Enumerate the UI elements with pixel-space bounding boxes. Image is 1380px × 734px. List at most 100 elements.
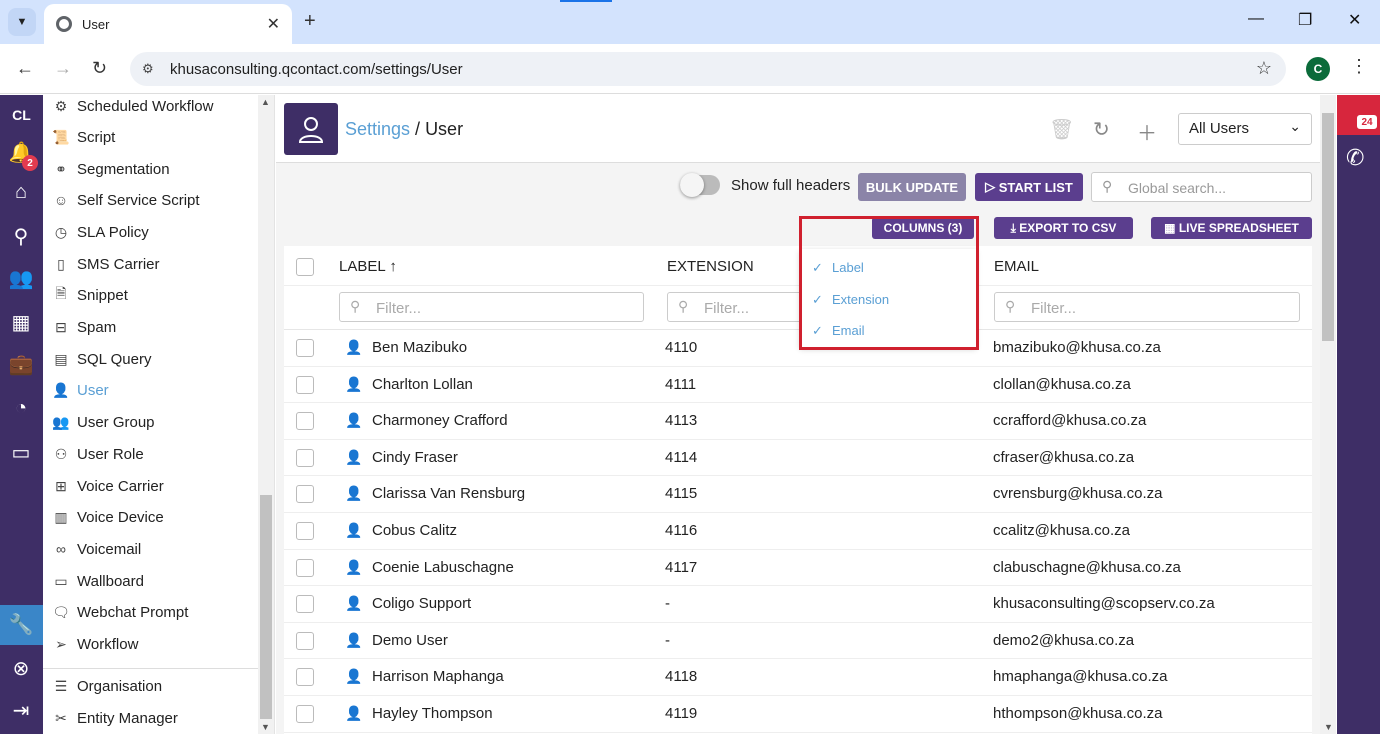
add-icon[interactable]: ＋ bbox=[1137, 117, 1157, 146]
browser-menu-icon[interactable]: ⋮ bbox=[1350, 56, 1368, 77]
header-email[interactable]: EMAIL bbox=[994, 258, 1039, 275]
cell-label[interactable]: Coenie Labuschagne bbox=[372, 559, 514, 576]
row-checkbox[interactable] bbox=[296, 631, 314, 650]
cell-label[interactable]: Harrison Maphanga bbox=[372, 668, 504, 685]
sidebar-item-organisation[interactable]: ☰ Organisation bbox=[51, 672, 162, 700]
sidebar-item-sla-policy[interactable]: ◷ SLA Policy bbox=[51, 218, 149, 246]
table-row[interactable]: 👤 Coligo Support - khusaconsulting@scopserv… bbox=[284, 586, 1312, 623]
email-filter-input[interactable]: ⚲ Filter... bbox=[994, 292, 1300, 322]
forward-button[interactable]: → bbox=[54, 58, 72, 79]
close-tab-icon[interactable]: ✕ bbox=[267, 14, 280, 34]
row-checkbox[interactable] bbox=[296, 485, 314, 504]
table-row[interactable]: 👤 Cindy Fraser 4114 cfraser@khusa.co.za bbox=[284, 440, 1312, 477]
trash-icon[interactable]: 🗑 bbox=[1049, 117, 1074, 142]
cell-label[interactable]: Demo User bbox=[372, 632, 448, 649]
user-filter-select[interactable]: All Users ⌄ bbox=[1178, 113, 1312, 145]
row-checkbox[interactable] bbox=[296, 705, 314, 723]
table-row[interactable]: 👤 Harrison Maphanga 4118 hmaphanga@khusa.co… bbox=[284, 659, 1312, 696]
back-button[interactable]: ← bbox=[16, 58, 34, 79]
new-tab-button[interactable]: + bbox=[304, 10, 316, 33]
table-row[interactable]: 👤 Clarissa Van Rensburg 4115 cvrensburg@khu… bbox=[284, 476, 1312, 513]
row-checkbox[interactable] bbox=[296, 522, 314, 540]
sidebar-item-segmentation[interactable]: ⚭ Segmentation bbox=[51, 155, 169, 183]
sidebar-item-voice-device[interactable]: ▥ Voice Device bbox=[51, 503, 163, 531]
sidebar-item-sms-carrier[interactable]: ▯ SMS Carrier bbox=[51, 250, 159, 278]
sidebar-item-spam[interactable]: ⊟ Spam bbox=[51, 313, 116, 341]
row-checkbox[interactable] bbox=[296, 375, 314, 394]
sidebar-item-voicemail[interactable]: ∞ Voicemail bbox=[51, 535, 141, 563]
row-checkbox[interactable] bbox=[296, 558, 314, 577]
profile-avatar[interactable]: C bbox=[1306, 57, 1330, 81]
sidebar-item-sql-query[interactable]: ▤ SQL Query bbox=[51, 345, 151, 373]
sidebar-item-script[interactable]: 📜 Script bbox=[51, 123, 115, 151]
phone-icon[interactable]: ✆ bbox=[1346, 145, 1364, 171]
bookmark-star-icon[interactable]: ☆ bbox=[1256, 58, 1272, 79]
site-info-icon[interactable]: ⚙ bbox=[142, 61, 154, 77]
search-icon[interactable]: ⚲ bbox=[8, 223, 34, 249]
row-checkbox[interactable] bbox=[296, 339, 314, 357]
main-scrollbar[interactable]: ▼ bbox=[1320, 95, 1336, 734]
sidebar-item-entity-manager[interactable]: ✂ Entity Manager bbox=[51, 704, 178, 732]
table-row[interactable]: 👤 Coenie Labuschagne 4117 clabuschagne@khus… bbox=[284, 550, 1312, 587]
sidebar-scroll-thumb[interactable] bbox=[260, 495, 272, 719]
row-checkbox[interactable] bbox=[296, 595, 314, 614]
sidebar-item-wallboard[interactable]: ▭ Wallboard bbox=[51, 567, 144, 595]
sidebar-item-self-service-script[interactable]: ☺ Self Service Script bbox=[51, 186, 200, 214]
scroll-up-icon[interactable]: ▲ bbox=[261, 97, 270, 107]
bulk-update-button[interactable]: BULK UPDATE bbox=[858, 173, 966, 201]
url-field[interactable]: ⚙ khusaconsulting.qcontact.com/settings/… bbox=[130, 52, 1286, 86]
header-extension[interactable]: EXTENSION bbox=[667, 258, 754, 275]
show-full-headers-toggle[interactable] bbox=[680, 173, 720, 197]
pie-chart-icon[interactable]: ◔ bbox=[8, 395, 34, 421]
wrench-icon[interactable]: 🔧 bbox=[8, 611, 34, 637]
tab-search-button[interactable]: ▼ bbox=[8, 8, 36, 36]
logout-icon[interactable]: ⇥ bbox=[8, 697, 34, 723]
scroll-down-icon[interactable]: ▼ bbox=[261, 722, 270, 732]
start-list-button[interactable]: ▷ START LIST bbox=[975, 173, 1083, 201]
export-csv-button[interactable]: ⤓ EXPORT TO CSV bbox=[994, 217, 1133, 239]
reload-button[interactable]: ↻ bbox=[92, 58, 107, 79]
live-spreadsheet-button[interactable]: ▦ LIVE SPREADSHEET bbox=[1151, 217, 1312, 239]
contacts-icon[interactable]: 👥 bbox=[8, 265, 34, 291]
refresh-icon[interactable]: ↻ bbox=[1093, 117, 1110, 142]
cell-label[interactable]: Charlton Lollan bbox=[372, 376, 473, 393]
label-filter-input[interactable]: ⚲ Filter... bbox=[339, 292, 644, 322]
cell-label[interactable]: Charmoney Crafford bbox=[372, 412, 508, 429]
lifebuoy-icon[interactable]: ⊗ bbox=[8, 655, 34, 681]
row-checkbox[interactable] bbox=[296, 668, 314, 687]
sidebar-scrollbar[interactable]: ▲ ▼ bbox=[258, 95, 274, 734]
cell-label[interactable]: Clarissa Van Rensburg bbox=[372, 485, 525, 502]
sidebar-item-voice-carrier[interactable]: ⊞ Voice Carrier bbox=[51, 472, 164, 500]
restore-button[interactable]: ❐ bbox=[1298, 10, 1312, 30]
table-row[interactable]: 👤 Cobus Calitz 4116 ccalitz@khusa.co.za bbox=[284, 513, 1312, 550]
scroll-down-icon[interactable]: ▼ bbox=[1324, 722, 1333, 732]
briefcase-icon[interactable]: 💼 bbox=[8, 351, 34, 377]
sidebar-item-webchat-prompt[interactable]: 🗨 Webchat Prompt bbox=[51, 598, 188, 626]
table-row[interactable]: 👤 Hayley Thompson 4119 hthompson@khusa.co.z… bbox=[284, 696, 1312, 733]
cell-label[interactable]: Cobus Calitz bbox=[372, 522, 457, 539]
browser-tab[interactable]: User ✕ bbox=[44, 4, 292, 44]
home-icon[interactable]: ⌂ bbox=[8, 179, 34, 205]
select-all-checkbox[interactable] bbox=[296, 258, 314, 276]
minimize-button[interactable]: — bbox=[1248, 10, 1264, 28]
sidebar-item-scheduled-workflow[interactable]: ⚙ Scheduled Workflow bbox=[51, 95, 214, 120]
close-window-button[interactable]: ✕ bbox=[1348, 10, 1361, 30]
row-checkbox[interactable] bbox=[296, 448, 314, 467]
table-row[interactable]: 👤 Ben Mazibuko 4110 bmazibuko@khusa.co.za bbox=[284, 330, 1312, 367]
sidebar-item-user-group[interactable]: 👥 User Group bbox=[51, 408, 154, 436]
breadcrumb-settings-link[interactable]: Settings bbox=[345, 119, 410, 139]
header-label[interactable]: LABEL ↑ bbox=[339, 258, 397, 275]
table-row[interactable]: 👤 Charlton Lollan 4111 clollan@khusa.co.za bbox=[284, 367, 1312, 404]
sidebar-item-snippet[interactable]: 🗎 Snippet bbox=[51, 281, 128, 309]
monitor-pulse-icon[interactable]: ▭ bbox=[8, 439, 34, 465]
cell-label[interactable]: Hayley Thompson bbox=[372, 705, 493, 722]
global-search-input[interactable]: ⚲ Global search... bbox=[1091, 172, 1312, 202]
sidebar-item-user-role[interactable]: ⚇ User Role bbox=[51, 440, 144, 468]
sidebar-item-user[interactable]: 👤 User bbox=[51, 376, 108, 404]
sidebar-item-workflow[interactable]: ➢ Workflow bbox=[51, 630, 138, 658]
building-icon[interactable]: ▦ bbox=[8, 309, 34, 335]
cell-label[interactable]: Ben Mazibuko bbox=[372, 339, 467, 356]
row-checkbox[interactable] bbox=[296, 412, 314, 431]
cell-label[interactable]: Cindy Fraser bbox=[372, 449, 458, 466]
table-row[interactable]: 👤 Charmoney Crafford 4113 ccrafford@khusa.c… bbox=[284, 403, 1312, 440]
